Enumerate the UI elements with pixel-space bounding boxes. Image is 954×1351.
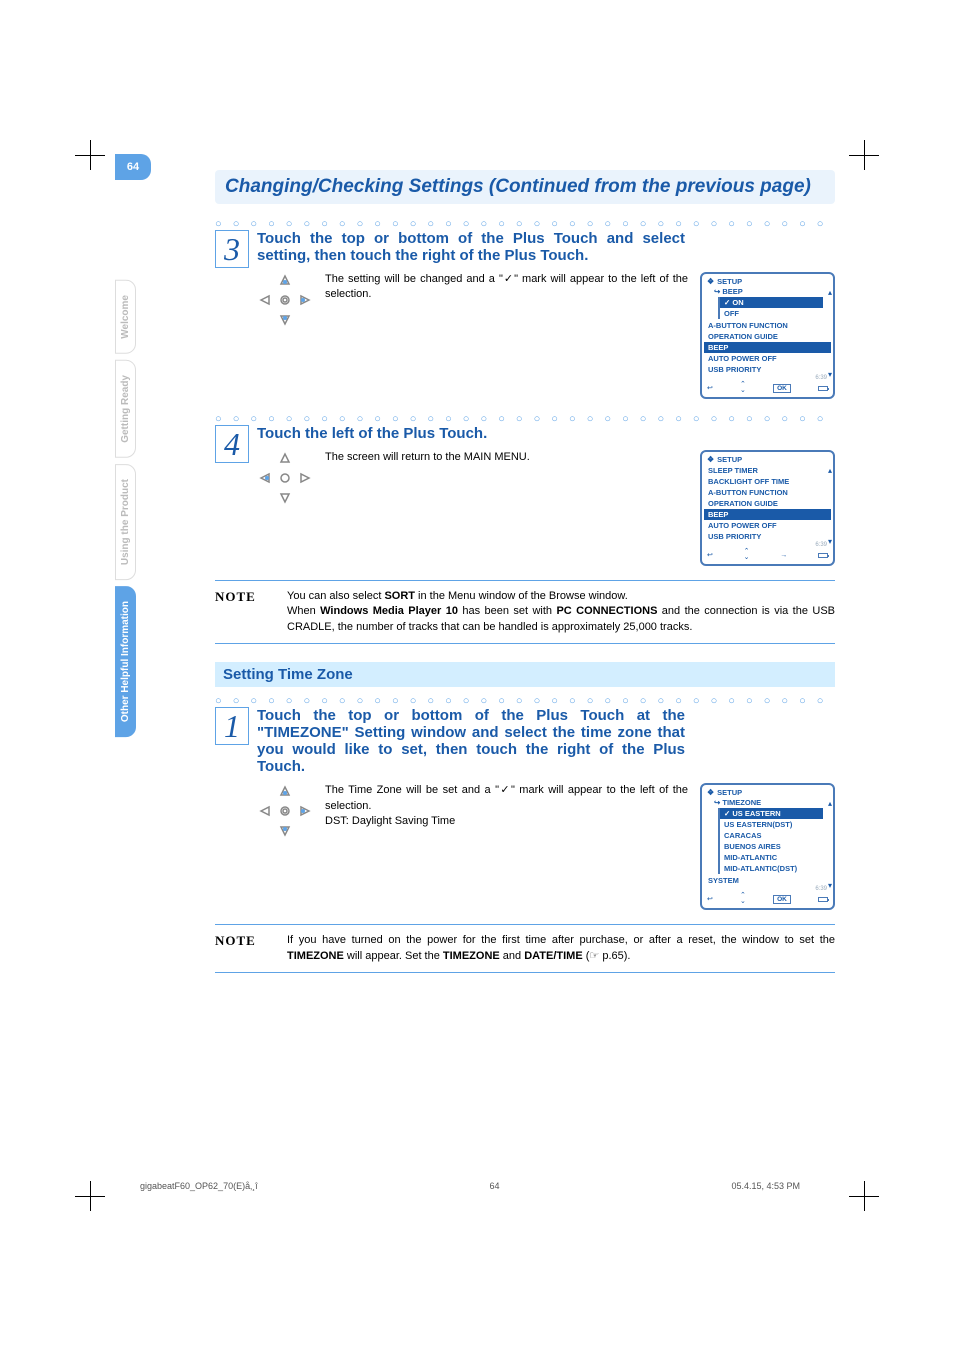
side-nav-tabs: Welcome Getting Ready Using the Product … (115, 280, 145, 743)
step-3: 3 Touch the top or bottom of the Plus To… (215, 230, 835, 399)
menu-item-selected: BEEP (704, 342, 831, 353)
section-title-timezone: Setting Time Zone (215, 662, 835, 687)
menu-item: USB PRIORITY (704, 364, 831, 375)
menu-item: BACKLIGHT OFF TIME (704, 476, 831, 487)
menu-item-system: SYSTEM (704, 875, 831, 886)
step-1b-title: Touch the top or bottom of the Plus Touc… (257, 707, 835, 775)
crop-mark (75, 1181, 105, 1211)
menu-item: OPERATION GUIDE (704, 498, 831, 509)
step-number: 4 (215, 425, 249, 463)
page-ref-icon (589, 950, 602, 962)
crop-mark (75, 140, 105, 170)
footer-file: gigabeatF60_OP62_70(E)å‚¸î (140, 1181, 258, 1191)
tz-option: BUENOS AIRES (720, 841, 823, 852)
scroll-down-icon: ▾ (828, 537, 832, 546)
note-block: NOTE You can also select SORT in the Men… (215, 580, 835, 644)
footer-meta: gigabeatF60_OP62_70(E)å‚¸î 64 05.4.15, 4… (140, 1181, 800, 1191)
nav-arrows-icon: ⌃⌄ (740, 893, 746, 905)
page-number-badge: 64 (115, 154, 151, 180)
menu-item: AUTO POWER OFF (704, 520, 831, 531)
note-label: NOTE (215, 933, 273, 964)
page-title: Changing/Checking Settings (Continued fr… (225, 176, 825, 198)
screen-header: SETUP (704, 787, 831, 798)
screen-submenu: ↪ TIMEZONE (704, 798, 831, 807)
step-4: 4 Touch the left of the Plus Touch. The … (215, 425, 835, 566)
divider-dots: ○ ○ ○ ○ ○ ○ ○ ○ ○ ○ ○ ○ ○ ○ ○ ○ ○ ○ ○ ○ … (215, 695, 835, 707)
crop-mark (849, 140, 879, 170)
menu-item: A-BUTTON FUNCTION (704, 320, 831, 331)
device-screen-timezone: SETUP ↪ TIMEZONE US EASTERN US EASTERN(D… (700, 783, 835, 910)
scroll-down-icon: ▾ (828, 370, 832, 379)
menu-item: SLEEP TIMER (704, 465, 831, 476)
step-1b-body: The Time Zone will be set and a "✓" mark… (325, 783, 688, 910)
plus-touch-left-icon (257, 450, 313, 506)
plus-touch-icon (257, 272, 313, 328)
return-icon (707, 384, 713, 392)
divider-dots: ○ ○ ○ ○ ○ ○ ○ ○ ○ ○ ○ ○ ○ ○ ○ ○ ○ ○ ○ ○ … (215, 218, 835, 230)
footer-timestamp: 05.4.15, 4:53 PM (731, 1181, 800, 1191)
footer-page: 64 (490, 1181, 500, 1191)
menu-item: A-BUTTON FUNCTION (704, 487, 831, 498)
screen-header: SETUP (704, 276, 831, 287)
scroll-down-icon: ▾ (828, 881, 832, 890)
battery-icon (818, 553, 828, 558)
menu-item: USB PRIORITY (704, 531, 831, 542)
arrow-right-icon (780, 552, 787, 559)
device-screen-setup-list: SETUP SLEEP TIMER BACKLIGHT OFF TIME A-B… (700, 450, 835, 566)
tab-welcome: Welcome (115, 280, 136, 354)
screen-header: SETUP (704, 454, 831, 465)
return-icon (707, 551, 713, 559)
step-number: 1 (215, 707, 249, 745)
ok-label: OK (773, 384, 791, 393)
battery-icon (818, 386, 828, 391)
step-3-body: The setting will be changed and a "✓" ma… (325, 272, 688, 399)
tz-option: MID-ATLANTIC(DST) (720, 863, 823, 874)
step-4-body: The screen will return to the MAIN MENU. (325, 450, 688, 566)
tab-getting-ready: Getting Ready (115, 360, 136, 458)
step-number: 3 (215, 230, 249, 268)
option-on: ON (720, 297, 823, 308)
tz-option: MID-ATLANTIC (720, 852, 823, 863)
tz-option: US EASTERN(DST) (720, 819, 823, 830)
ok-label: OK (773, 895, 791, 904)
plus-touch-icon (257, 783, 313, 839)
menu-item-selected: BEEP (704, 509, 831, 520)
menu-item: OPERATION GUIDE (704, 331, 831, 342)
tz-option: US EASTERN (720, 808, 823, 819)
nav-arrows-icon: ⌃⌄ (740, 382, 746, 394)
tz-option: CARACAS (720, 830, 823, 841)
tab-using-product: Using the Product (115, 464, 136, 580)
manual-page: Welcome Getting Ready Using the Product … (0, 0, 954, 1351)
return-icon (707, 895, 713, 903)
step-1-timezone: 1 Touch the top or bottom of the Plus To… (215, 707, 835, 910)
screen-submenu: ↪ BEEP (704, 287, 831, 296)
nav-arrows-icon: ⌃⌄ (744, 549, 750, 561)
page-title-bar: Changing/Checking Settings (Continued fr… (215, 170, 835, 204)
option-off: OFF (720, 308, 823, 319)
tab-other-info: Other Helpful Information (115, 586, 136, 737)
menu-item: AUTO POWER OFF (704, 353, 831, 364)
note-label: NOTE (215, 589, 273, 635)
scroll-up-icon: ▴ (828, 466, 832, 475)
device-screen-beep-select: SETUP ↪ BEEP ON OFF A-BUTTON FUNCTION OP… (700, 272, 835, 399)
crop-mark (849, 1181, 879, 1211)
step-4-title: Touch the left of the Plus Touch. (257, 425, 835, 442)
step-3-title: Touch the top or bottom of the Plus Touc… (257, 230, 835, 264)
scroll-up-icon: ▴ (828, 799, 832, 808)
note-body: If you have turned on the power for the … (287, 933, 835, 964)
battery-icon (818, 897, 828, 902)
divider-dots: ○ ○ ○ ○ ○ ○ ○ ○ ○ ○ ○ ○ ○ ○ ○ ○ ○ ○ ○ ○ … (215, 413, 835, 425)
scroll-up-icon: ▴ (828, 288, 832, 297)
note-body: You can also select SORT in the Menu win… (287, 589, 835, 635)
note-block: NOTE If you have turned on the power for… (215, 924, 835, 973)
